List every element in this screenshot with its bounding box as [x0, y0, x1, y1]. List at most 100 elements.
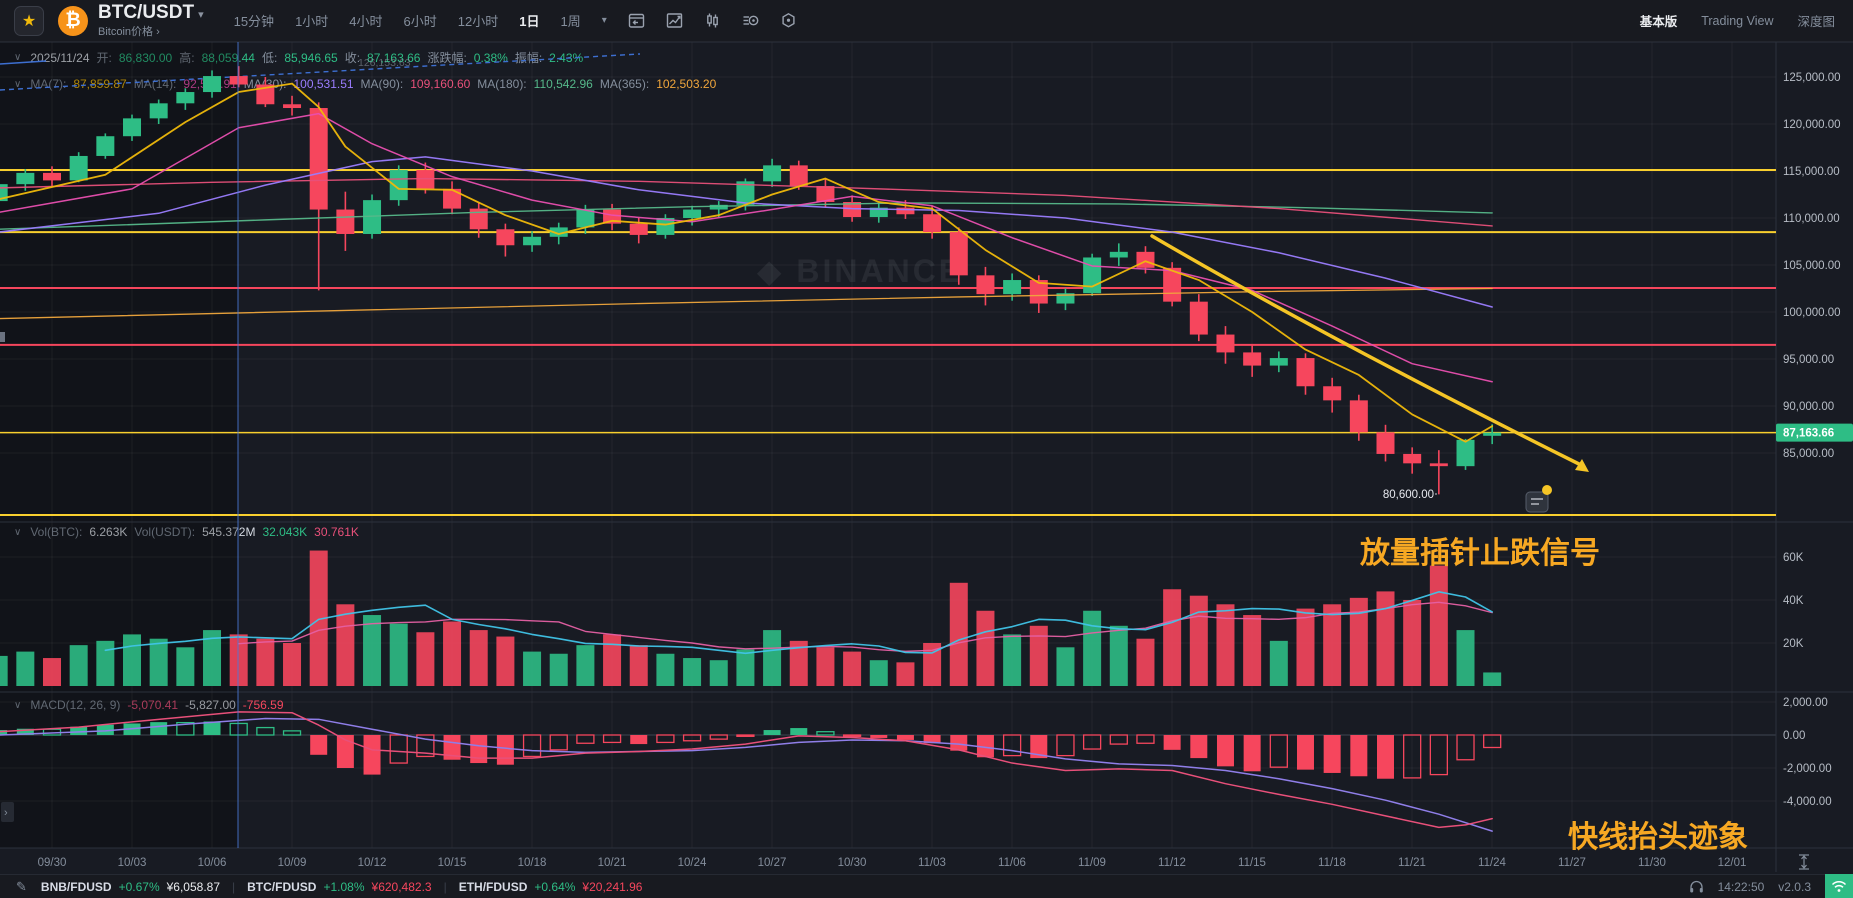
settings-icon[interactable] — [779, 11, 798, 30]
svg-text:87,163.66: 87,163.66 — [1783, 428, 1834, 440]
candlestick-icon[interactable] — [703, 11, 722, 30]
ma-label: MA(90): — [360, 77, 404, 91]
svg-text:2,000.00: 2,000.00 — [1783, 697, 1828, 709]
chevron-down-icon[interactable]: ▾ — [198, 9, 204, 21]
ma-label: MA(7): — [30, 77, 67, 91]
view-tab-深度图[interactable]: 深度图 — [1797, 11, 1835, 30]
pair-title[interactable]: BTC/USDT — [98, 2, 194, 23]
pair-subtitle[interactable]: Bitcoin价格 › — [98, 26, 204, 38]
vol-value: 30.761K — [314, 525, 359, 539]
footer-right: 14:22:50 v2.0.3 — [1689, 880, 1811, 894]
chart-toolbar-icons — [627, 11, 798, 30]
wifi-icon — [1831, 880, 1847, 892]
svg-text:110,000.00: 110,000.00 — [1783, 213, 1840, 225]
svg-text:20K: 20K — [1783, 638, 1804, 650]
view-mode-tabs: 基本版 Trading View 深度图 — [1640, 11, 1835, 30]
ticker-symbol: BTC/FDUSD — [247, 879, 317, 894]
svg-text:40K: 40K — [1783, 595, 1804, 607]
timeframe-15分钟[interactable]: 15分钟 — [234, 11, 274, 30]
last-price-badge: 87,163.66 — [1776, 423, 1853, 442]
svg-text:10/21: 10/21 — [598, 857, 627, 869]
svg-text:10/06: 10/06 — [198, 857, 227, 869]
favorite-star-button[interactable]: ★ — [14, 5, 44, 36]
view-tab-Trading View[interactable]: Trading View — [1701, 14, 1773, 28]
svg-text:90,000.00: 90,000.00 — [1783, 401, 1834, 413]
ma-value: 100,531.51 — [293, 77, 354, 91]
candlestick-layer — [0, 66, 1502, 495]
vol-value: 32.043K — [262, 525, 308, 539]
line-chart-icon[interactable] — [665, 11, 684, 30]
indicator-settings-icon[interactable] — [741, 11, 760, 30]
ticker-symbol: BNB/FDUSD — [40, 879, 112, 894]
svg-text:放量插针止跌信号: 放量插针止跌信号 — [1359, 537, 1600, 570]
chinese-annotations: 放量插针止跌信号快线抬头迹象 — [1359, 537, 1748, 854]
timeframe-4小时[interactable]: 4小时 — [349, 11, 382, 30]
svg-text:80,600.00: 80,600.00 — [1383, 489, 1434, 501]
svg-text:60K: 60K — [1783, 552, 1804, 564]
ma-lines-layer — [0, 82, 1494, 443]
collapse-caret-icon[interactable]: ∨ — [14, 79, 21, 90]
ticker-item[interactable]: BTC/FDUSD +1.08% ¥620,482.3 — [247, 880, 431, 894]
macd-legend: ∨ MACD(12, 26, 9) -5,070.41 -5,827.00 -756… — [14, 698, 284, 712]
ohlc-label: 开: — [96, 51, 112, 65]
timeframe-12小时[interactable]: 12小时 — [458, 11, 498, 30]
left-edge-handles[interactable]: › — [0, 332, 14, 822]
star-icon: ★ — [21, 12, 37, 30]
ticker-item[interactable]: BNB/FDUSD +0.67% ¥6,058.87 — [41, 880, 220, 894]
app-version: v2.0.3 — [1778, 879, 1811, 894]
ma-value: 87,859.87 — [73, 77, 127, 91]
svg-text:11/03: 11/03 — [918, 857, 946, 869]
svg-text:12/01: 12/01 — [1718, 857, 1747, 869]
timeframe-more-caret-icon[interactable]: ▾ — [602, 15, 607, 26]
ticker-change: +0.67% — [118, 879, 160, 894]
memo-note-icon[interactable] — [1525, 485, 1552, 513]
collapse-caret-icon[interactable]: ∨ — [14, 700, 21, 711]
svg-text:100,000.00: 100,000.00 — [1783, 307, 1841, 319]
svg-text:11/09: 11/09 — [1078, 857, 1106, 869]
svg-text:11/30: 11/30 — [1638, 857, 1666, 869]
calendar-icon[interactable] — [627, 11, 646, 30]
price-axis[interactable]: 125,000.00 120,000.00 115,000.00 110,000.00… — [1783, 72, 1841, 808]
axis-scale-icon[interactable] — [1799, 854, 1809, 870]
svg-text:11/27: 11/27 — [1558, 857, 1586, 869]
svg-text:95,000.00: 95,000.00 — [1783, 354, 1834, 366]
timeframe-6小时[interactable]: 6小时 — [404, 11, 437, 30]
timeframe-1小时[interactable]: 1小时 — [295, 11, 328, 30]
svg-text:115,000.00: 115,000.00 — [1783, 166, 1840, 178]
collapse-caret-icon[interactable]: ∨ — [14, 527, 21, 538]
svg-text:11/15: 11/15 — [1238, 857, 1266, 869]
svg-text:›: › — [4, 807, 8, 819]
timeframe-1周[interactable]: 1周 — [560, 11, 580, 30]
ma-value: 92,577.91 — [183, 77, 237, 91]
symbol-title-block[interactable]: BTC/USDT ▾ Bitcoin价格 › — [98, 2, 204, 38]
svg-text:11/06: 11/06 — [998, 857, 1026, 869]
svg-text:10/15: 10/15 — [438, 857, 467, 869]
svg-text:85,000.00: 85,000.00 — [1783, 448, 1834, 460]
svg-text:-4,000.00: -4,000.00 — [1783, 796, 1832, 808]
headset-icon[interactable] — [1689, 880, 1704, 894]
macd-value: -5,070.41 — [127, 698, 179, 712]
grid-layer: ◆ BINANCE — [0, 41, 1853, 872]
ohlc-value: 85,946.65 — [284, 50, 338, 65]
ohlc-label: 涨跌幅: — [427, 51, 467, 65]
svg-text:10/30: 10/30 — [838, 857, 867, 869]
vol-value: 545.372M — [202, 525, 256, 539]
ticker-price: ¥620,482.3 — [371, 879, 432, 894]
trading-app: ★ ₿ BTC/USDT ▾ Bitcoin价格 › 15分钟 1小时 4小时 6小时 1… — [0, 0, 1853, 898]
svg-text:125,000.00: 125,000.00 — [1783, 72, 1841, 84]
low-price-label: 80,600.00 — [1383, 489, 1437, 501]
ticker-item[interactable]: ETH/FDUSD +0.64% ¥20,241.96 — [459, 880, 643, 894]
macd-value: -756.59 — [242, 698, 284, 712]
ticker-separator: | — [232, 879, 236, 894]
ohlc-value: 88,059.44 — [201, 50, 255, 65]
pencil-icon[interactable]: ✎ — [16, 879, 27, 895]
ma-label: MA(365): — [599, 77, 650, 91]
horizontal-level-lines[interactable] — [0, 169, 1776, 517]
date-axis[interactable]: 09/30 10/03 10/06 10/09 10/12 10/15 10/18 10/21… — [38, 854, 1809, 870]
view-tab-基本版[interactable]: 基本版 — [1640, 11, 1678, 30]
network-status-button[interactable] — [1825, 874, 1853, 898]
annotation-arrow[interactable] — [1150, 234, 1589, 472]
timeframe-1日[interactable]: 1日 — [519, 11, 539, 30]
collapse-caret-icon[interactable]: ∨ — [14, 52, 21, 63]
chart-canvas[interactable]: ◆ BINANCE125,000.00120,000.00115,000.001… — [0, 0, 1853, 898]
